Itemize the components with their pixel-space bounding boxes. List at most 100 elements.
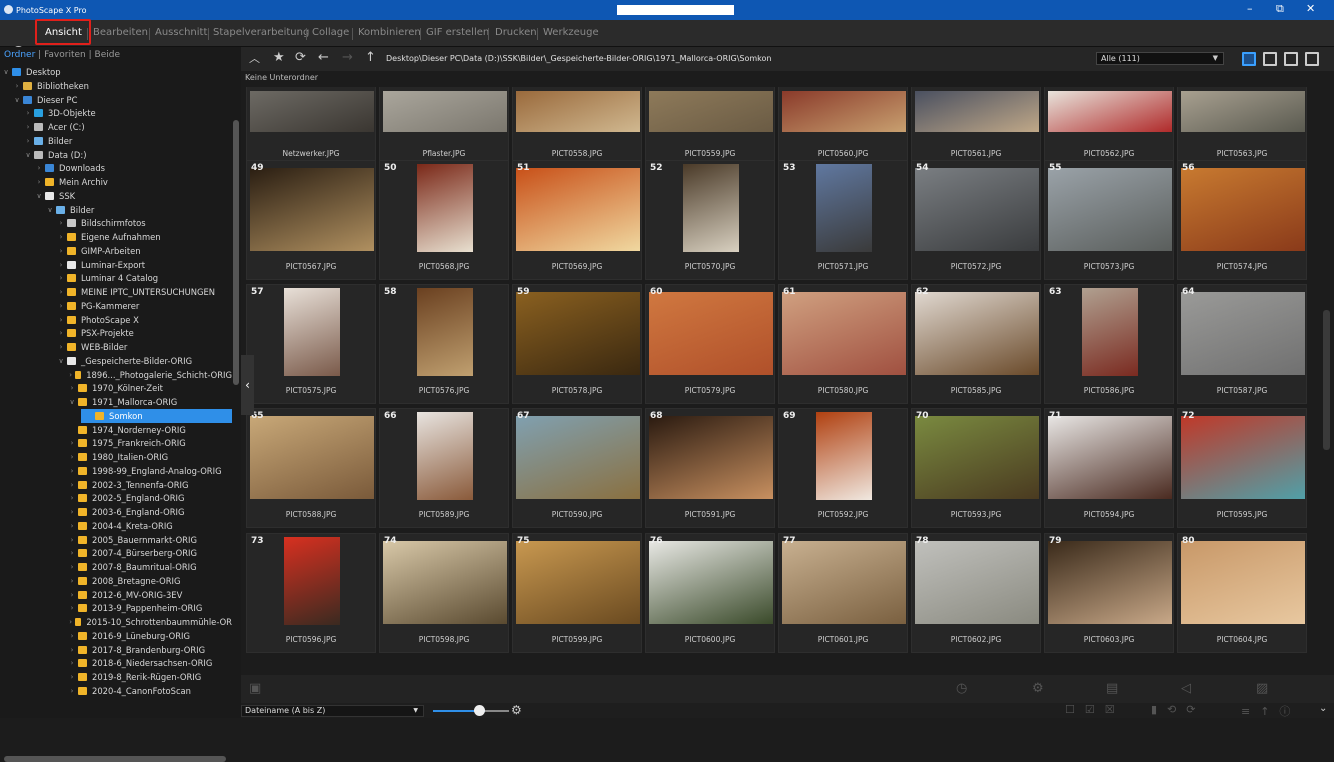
- chevron-right-icon[interactable]: ›: [68, 604, 76, 612]
- tree-item[interactable]: › WEB-Bilder: [0, 340, 232, 354]
- zoom-settings-icon[interactable]: ⚙: [511, 703, 522, 717]
- chevron-right-icon[interactable]: ›: [57, 288, 65, 296]
- photo-thumbnail-cell[interactable]: 62 PICT0585.JPG: [911, 284, 1041, 404]
- chevron-right-icon[interactable]: ›: [68, 371, 73, 379]
- chevron-right-icon[interactable]: ›: [68, 453, 76, 461]
- photo-thumbnail-cell[interactable]: 76 PICT0600.JPG: [645, 533, 775, 653]
- edit-icon[interactable]: ▨: [1256, 681, 1268, 696]
- info-upload-icon[interactable]: ≡↑ⓘ: [1241, 703, 1300, 719]
- tree-item[interactable]: › Luminar 4 Catalog: [0, 271, 232, 285]
- chevron-right-icon[interactable]: ›: [57, 233, 65, 241]
- audio-icon[interactable]: ◁: [1181, 681, 1191, 696]
- expand-chevron-icon[interactable]: ⌄: [1319, 703, 1327, 714]
- grid-view-icon[interactable]: [1242, 52, 1256, 66]
- chevron-down-icon[interactable]: ∨: [2, 68, 10, 76]
- tree-item[interactable]: › MEINE IPTC_UNTERSUCHUNGEN: [0, 285, 232, 299]
- tree-item[interactable]: › 1975_Frankreich-ORIG: [0, 436, 232, 450]
- chevron-right-icon[interactable]: ›: [68, 591, 76, 599]
- tree-item[interactable]: Somkon: [81, 408, 232, 423]
- chevron-right-icon[interactable]: ›: [68, 632, 76, 640]
- photo-thumbnail-cell[interactable]: 79 PICT0603.JPG: [1044, 533, 1174, 653]
- chevron-right-icon[interactable]: ›: [24, 137, 32, 145]
- menu-ausschnitt[interactable]: Ausschnitt: [155, 27, 207, 38]
- rotate-delete-icon[interactable]: ▮⟲⟳: [1151, 703, 1206, 716]
- tree-item[interactable]: › 2019-8_Rerik-Rügen-ORIG: [0, 670, 232, 684]
- photo-thumbnail-cell[interactable]: PICT0563.JPG: [1177, 87, 1307, 167]
- photo-thumbnail-cell[interactable]: 49 PICT0567.JPG: [246, 160, 376, 280]
- tree-item[interactable]: 1974_Norderney-ORIG: [0, 423, 232, 437]
- selection-tools-icon[interactable]: ☐☑☒: [1065, 703, 1125, 716]
- tree-item[interactable]: › 2008_Bretagne-ORIG: [0, 574, 232, 588]
- photo-thumbnail-cell[interactable]: 73 PICT0596.JPG: [246, 533, 376, 653]
- tree-item[interactable]: › PhotoScape X: [0, 313, 232, 327]
- chevron-right-icon[interactable]: ›: [68, 508, 76, 516]
- chevron-right-icon[interactable]: ›: [57, 274, 65, 282]
- single-view-icon[interactable]: [1284, 52, 1298, 66]
- photo-thumbnail-cell[interactable]: 58 PICT0576.JPG: [379, 284, 509, 404]
- tab-beide[interactable]: Beide: [95, 50, 120, 60]
- tree-item[interactable]: ∨ 1971_Mallorca-ORIG: [0, 395, 232, 409]
- photo-thumbnail-cell[interactable]: 52 PICT0570.JPG: [645, 160, 775, 280]
- chevron-right-icon[interactable]: ›: [35, 178, 43, 186]
- chevron-right-icon[interactable]: ›: [24, 123, 32, 131]
- chevron-down-icon[interactable]: ∨: [24, 151, 32, 159]
- chevron-right-icon[interactable]: ›: [68, 618, 73, 626]
- tree-item[interactable]: › 1998-99_England-Analog-ORIG: [0, 464, 232, 478]
- chevron-right-icon[interactable]: ›: [68, 467, 76, 475]
- photo-thumbnail-cell[interactable]: 74 PICT0598.JPG: [379, 533, 509, 653]
- chevron-right-icon[interactable]: ›: [68, 494, 76, 502]
- photo-thumbnail-cell[interactable]: PICT0560.JPG: [778, 87, 908, 167]
- photo-thumbnail-cell[interactable]: 66 PICT0589.JPG: [379, 408, 509, 528]
- tree-item[interactable]: › Downloads: [0, 161, 232, 175]
- tab-ordner[interactable]: Ordner: [4, 50, 35, 60]
- photo-thumbnail-cell[interactable]: 51 PICT0569.JPG: [512, 160, 642, 280]
- tree-item[interactable]: › Bibliotheken: [0, 79, 232, 93]
- tree-item[interactable]: › 2007-4_Bürserberg-ORIG: [0, 546, 232, 560]
- chevron-right-icon[interactable]: ›: [57, 247, 65, 255]
- refresh-icon[interactable]: ⟳: [295, 50, 306, 65]
- panel-icon[interactable]: ▤: [1106, 681, 1118, 696]
- tree-item[interactable]: › 2002-3_Tennenfa-ORIG: [0, 478, 232, 492]
- timer-icon[interactable]: ◷: [956, 681, 967, 696]
- photo-thumbnail-cell[interactable]: PICT0562.JPG: [1044, 87, 1174, 167]
- menu-collage[interactable]: Collage: [312, 27, 349, 38]
- tree-item[interactable]: › 2012-6_MV-ORIG-3EV: [0, 588, 232, 602]
- chevron-down-icon[interactable]: ∨: [13, 96, 21, 104]
- tree-item[interactable]: › PSX-Projekte: [0, 326, 232, 340]
- photo-thumbnail-cell[interactable]: 54 PICT0572.JPG: [911, 160, 1041, 280]
- tree-item[interactable]: ∨ Data (D:): [0, 148, 232, 162]
- tree-item[interactable]: › 2018-6_Niedersachsen-ORIG: [0, 656, 232, 670]
- chevron-right-icon[interactable]: ›: [24, 109, 32, 117]
- camera-icon[interactable]: ▣: [249, 681, 261, 696]
- chevron-right-icon[interactable]: ›: [68, 384, 76, 392]
- menu-kombinieren[interactable]: Kombinieren: [358, 27, 421, 38]
- tree-item[interactable]: › 2020-4_CanonFotoScan: [0, 684, 232, 698]
- chevron-down-icon[interactable]: ∨: [57, 357, 65, 365]
- photo-thumbnail-cell[interactable]: 63 PICT0586.JPG: [1044, 284, 1174, 404]
- tree-item[interactable]: › Mein Archiv: [0, 175, 232, 189]
- menu-werkzeuge[interactable]: Werkzeuge: [543, 27, 599, 38]
- tree-item[interactable]: › 1970_Kölner-Zeit: [0, 381, 232, 395]
- photo-thumbnail-cell[interactable]: 59 PICT0578.JPG: [512, 284, 642, 404]
- chevron-right-icon[interactable]: ›: [57, 329, 65, 337]
- tree-item[interactable]: › 3D-Objekte: [0, 106, 232, 120]
- chevron-right-icon[interactable]: ›: [68, 687, 76, 695]
- maximize-button[interactable]: ⧉: [1276, 2, 1284, 16]
- forward-arrow-icon[interactable]: →: [342, 50, 353, 65]
- menu-drucken[interactable]: Drucken: [495, 27, 537, 38]
- tree-item[interactable]: › 2002-5_England-ORIG: [0, 491, 232, 505]
- tree-item[interactable]: › Luminar-Export: [0, 258, 232, 272]
- collapse-up-icon[interactable]: ︿: [249, 50, 260, 66]
- chevron-right-icon[interactable]: ›: [68, 481, 76, 489]
- photo-thumbnail-cell[interactable]: 78 PICT0602.JPG: [911, 533, 1041, 653]
- tree-item[interactable]: › 2017-8_Brandenburg-ORIG: [0, 643, 232, 657]
- sort-select[interactable]: Dateiname (A bis Z) ▼: [241, 705, 424, 717]
- tree-item[interactable]: › 2004-4_Kreta-ORIG: [0, 519, 232, 533]
- minimize-button[interactable]: –: [1247, 2, 1253, 15]
- photo-thumbnail-cell[interactable]: 68 PICT0591.JPG: [645, 408, 775, 528]
- photo-thumbnail-cell[interactable]: 80 PICT0604.JPG: [1177, 533, 1307, 653]
- menu-gif-erstellen[interactable]: GIF erstellen: [426, 27, 489, 38]
- tree-item[interactable]: ∨ _Gespeicherte-Bilder-ORIG: [0, 354, 232, 368]
- chevron-right-icon[interactable]: ›: [68, 659, 76, 667]
- tree-item[interactable]: › Eigene Aufnahmen: [0, 230, 232, 244]
